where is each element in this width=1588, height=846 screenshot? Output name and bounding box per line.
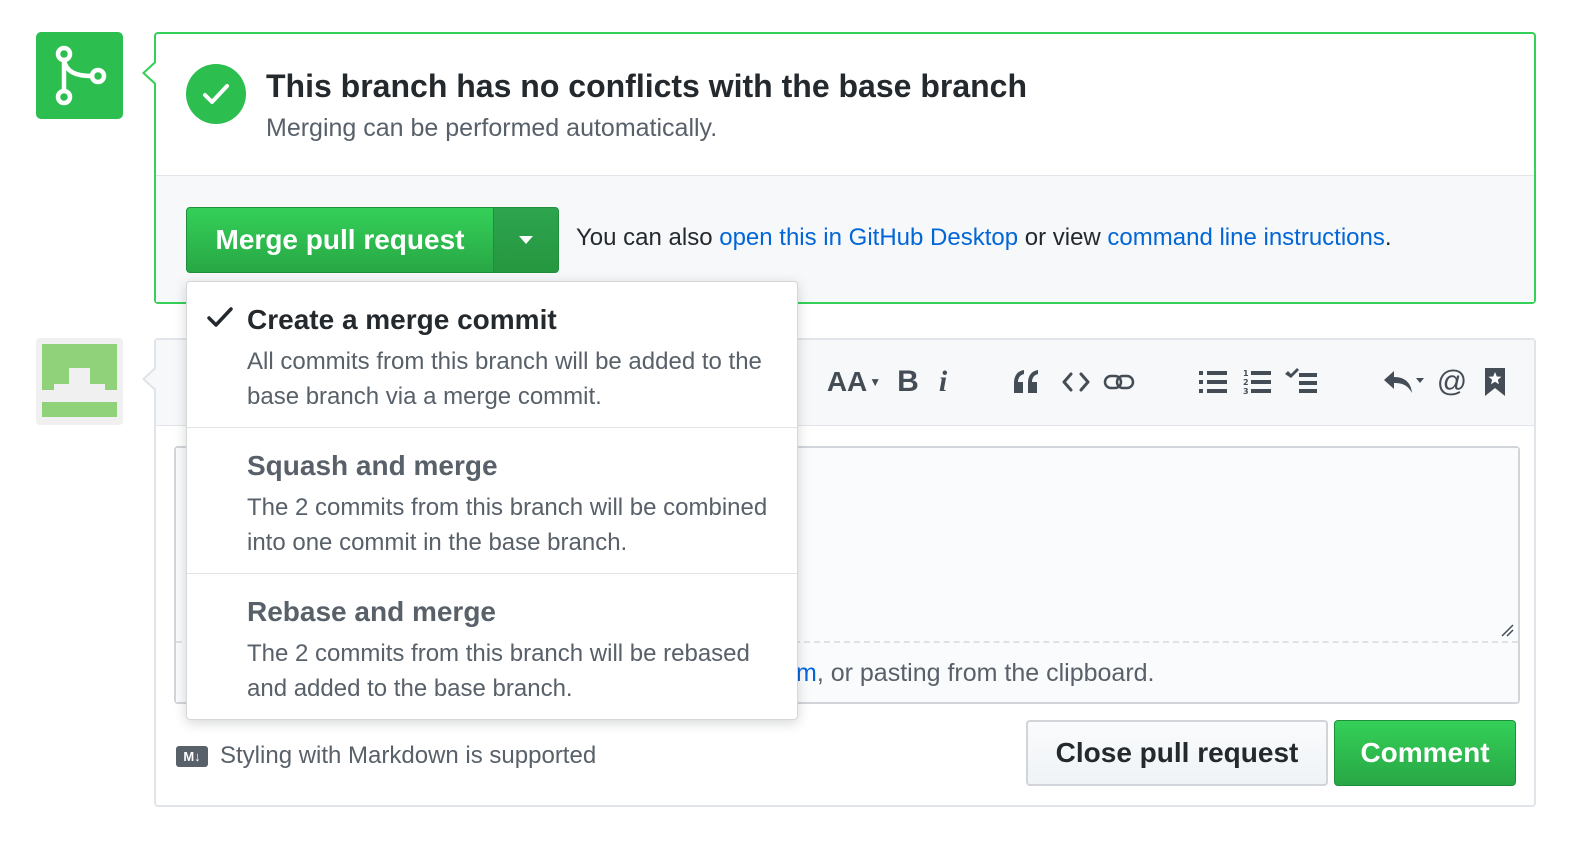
merge-status-subtitle: Merging can be performed automatically. [266, 114, 718, 142]
ordered-list-icon[interactable]: 123 [1242, 364, 1272, 400]
tasklist-icon[interactable] [1284, 364, 1318, 400]
merge-button-group: Merge pull request [186, 207, 559, 273]
merge-method-menu: Create a merge commit All commits from t… [186, 281, 798, 720]
svg-text:2: 2 [1243, 378, 1249, 387]
quote-icon[interactable] [1010, 364, 1042, 400]
reply-icon[interactable] [1380, 364, 1430, 400]
merge-status-panel: This branch has no conflicts with the ba… [142, 32, 1536, 304]
svg-text:1: 1 [1243, 369, 1249, 378]
text-size-icon[interactable]: AA ▼ [826, 364, 882, 400]
unordered-list-icon[interactable] [1198, 364, 1228, 400]
merge-alternatives-text: You can also open this in GitHub Desktop… [576, 224, 1392, 251]
markdown-support-note[interactable]: M↓ Styling with Markdown is supported [176, 742, 596, 770]
resize-handle-icon[interactable] [1500, 623, 1514, 637]
mention-icon[interactable]: @ [1436, 364, 1468, 400]
merge-method-squash-and-merge[interactable]: Squash and merge The 2 commits from this… [187, 428, 797, 574]
merge-method-rebase-and-merge[interactable]: Rebase and merge The 2 commits from this… [187, 574, 797, 720]
merge-pull-request-button[interactable]: Merge pull request [187, 208, 493, 272]
italic-icon[interactable]: i [932, 364, 954, 400]
triangle-down-icon [519, 236, 533, 244]
bold-icon[interactable]: B [894, 364, 922, 400]
svg-text:3: 3 [1243, 387, 1249, 396]
command-line-instructions-link[interactable]: command line instructions [1107, 224, 1384, 251]
merge-status-header: This branch has no conflicts with the ba… [156, 34, 1534, 175]
code-icon[interactable] [1060, 364, 1092, 400]
avatar[interactable] [36, 338, 123, 425]
markdown-icon: M↓ [176, 745, 208, 767]
check-icon [207, 307, 233, 327]
select-files-link[interactable]: m [796, 659, 817, 687]
comment-button[interactable]: Comment [1334, 720, 1516, 786]
bookmark-icon[interactable] [1482, 364, 1508, 400]
link-icon[interactable] [1102, 364, 1136, 400]
merge-method-create-merge-commit[interactable]: Create a merge commit All commits from t… [187, 282, 797, 428]
git-merge-icon [36, 32, 123, 119]
close-pull-request-button[interactable]: Close pull request [1026, 720, 1328, 786]
open-in-desktop-link[interactable]: open this in GitHub Desktop [719, 224, 1018, 251]
merge-status-title: This branch has no conflicts with the ba… [266, 68, 1028, 104]
merge-method-dropdown-toggle[interactable] [493, 208, 558, 272]
check-icon [186, 64, 246, 124]
